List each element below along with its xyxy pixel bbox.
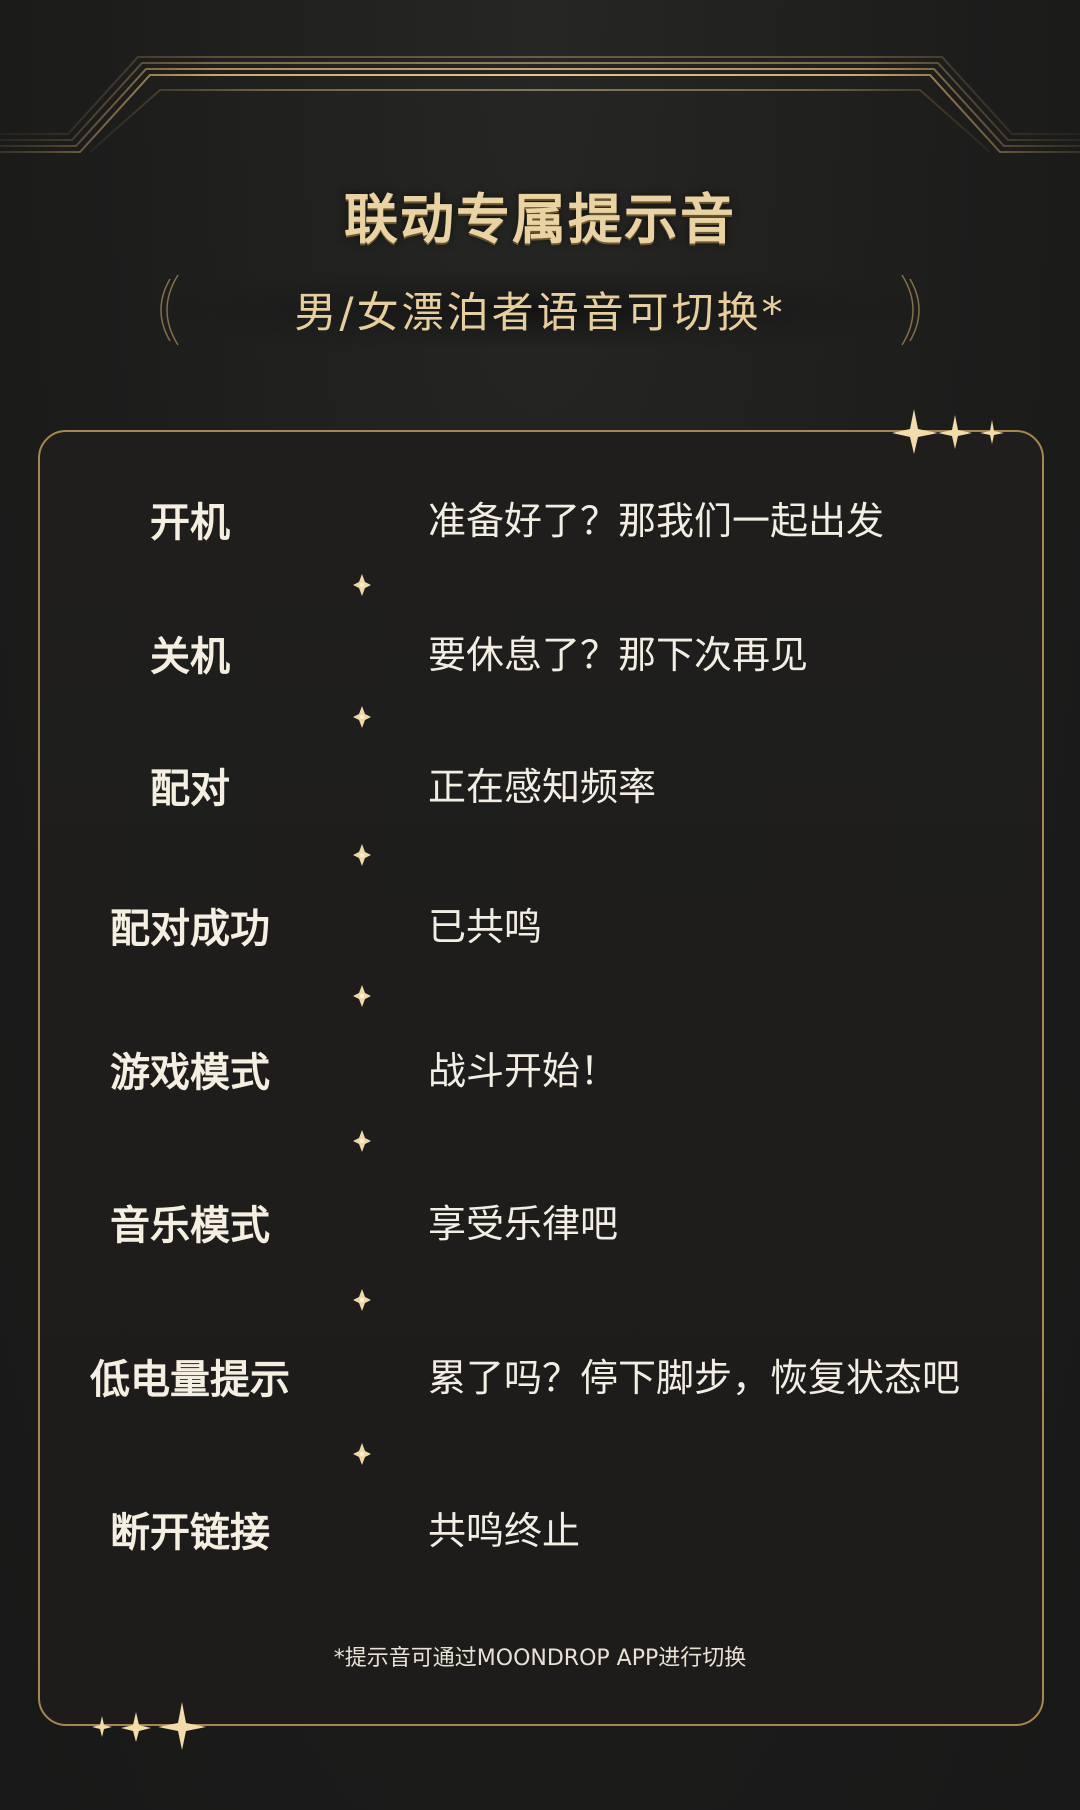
sparkle-icon — [892, 409, 1004, 454]
prompt-row: 游戏模式 战斗开始！ — [0, 1040, 1080, 1100]
prompt-text: 共鸣终止 — [428, 1509, 581, 1553]
prompt-text: 准备好了？那我们一起出发 — [428, 499, 885, 543]
row-divider — [70, 1443, 1010, 1465]
prompt-label: 游戏模式 — [110, 1050, 270, 1096]
subtitle-banner: 男/女漂泊者语音可切换* — [150, 265, 930, 355]
top-ornament — [0, 56, 1080, 153]
prompt-text: 享受乐律吧 — [428, 1202, 619, 1246]
row-divider — [70, 706, 1010, 728]
page: 联动专属提示音 男/女漂泊者语音可切换* 开机 准备好了？那我们一起出发 关机 … — [0, 0, 1080, 1810]
prompt-label: 断开链接 — [110, 1510, 270, 1556]
prompt-text: 已共鸣 — [428, 905, 543, 949]
subtitle-text: 男/女漂泊者语音可切换* — [294, 288, 786, 337]
prompt-label: 配对成功 — [110, 906, 270, 952]
row-divider — [70, 844, 1010, 866]
prompt-label: 关机 — [150, 634, 230, 680]
row-divider — [70, 1289, 1010, 1311]
footnote: *提示音可通过MOONDROP APP进行切换 — [333, 1646, 747, 1671]
prompt-row: 关机 要休息了？那下次再见 — [0, 624, 1080, 684]
prompt-row: 断开链接 共鸣终止 — [0, 1500, 1080, 1560]
prompt-text: 要休息了？那下次再见 — [428, 633, 809, 677]
row-divider — [70, 985, 1010, 1007]
prompt-row: 开机 准备好了？那我们一起出发 — [0, 490, 1080, 550]
prompt-text: 战斗开始！ — [428, 1049, 619, 1093]
row-divider — [70, 1130, 1010, 1152]
prompt-row: 音乐模式 享受乐律吧 — [0, 1193, 1080, 1253]
prompt-label: 配对 — [150, 766, 230, 812]
page-title: 联动专属提示音 — [344, 188, 736, 251]
prompt-text: 正在感知频率 — [428, 765, 657, 809]
row-divider — [70, 574, 1010, 596]
prompt-row: 配对成功 已共鸣 — [0, 896, 1080, 956]
prompt-label: 音乐模式 — [110, 1203, 270, 1249]
prompt-row: 低电量提示 累了吗？停下脚步，恢复状态吧 — [0, 1347, 1080, 1407]
prompt-row: 配对 正在感知频率 — [0, 756, 1080, 816]
prompt-text: 累了吗？停下脚步，恢复状态吧 — [428, 1356, 961, 1400]
sparkle-icon — [92, 1702, 206, 1750]
prompt-label: 开机 — [150, 500, 230, 546]
prompt-label: 低电量提示 — [90, 1357, 290, 1403]
